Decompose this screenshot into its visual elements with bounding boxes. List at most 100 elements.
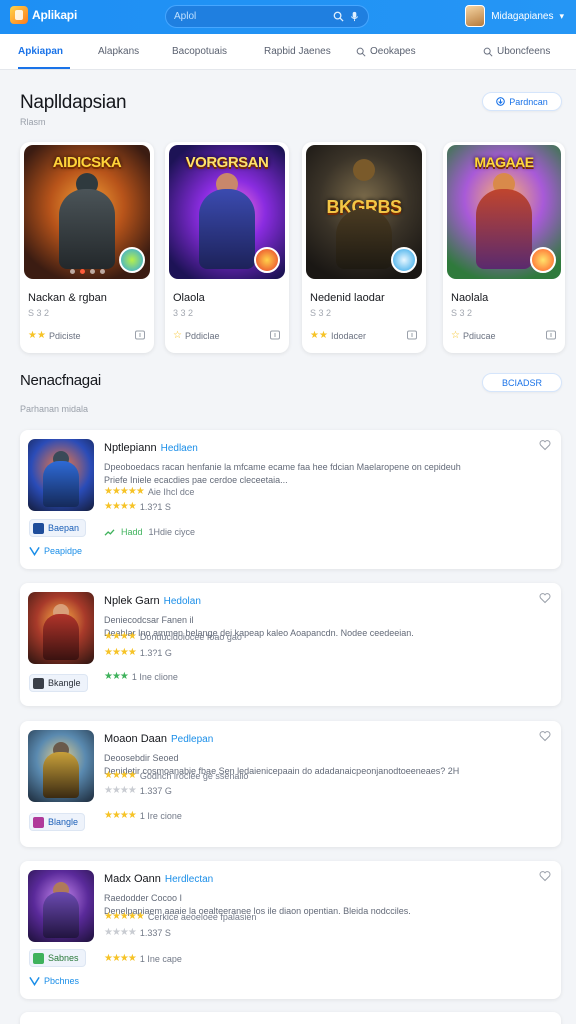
rating-label: Pdiciste (48, 330, 81, 341)
star-rating-icon: ★★★★ (104, 770, 137, 781)
game-icon[interactable] (28, 592, 94, 664)
badge-icon (391, 247, 417, 273)
heart-icon[interactable] (539, 592, 551, 604)
logo-icon (10, 6, 28, 24)
game-name: Madx Oann Herdlectan (104, 873, 213, 885)
list-item[interactable]: Nplek Garn Hedolan Deniecodcsar Fanen il … (20, 583, 561, 706)
plays-text: 1Hdie ciyce (148, 527, 196, 537)
rating-value: 1.3?1 G (139, 647, 172, 658)
character-figure (336, 209, 392, 269)
star-icon: ★★ (28, 330, 46, 341)
featured-card[interactable]: VORGRSAN Olaola 3 3 2 ☆ Pddiclae (165, 142, 289, 353)
character-head (353, 159, 375, 181)
user-menu[interactable]: Midagapianes ▾ (465, 5, 564, 27)
app-logo[interactable]: Aplikapi (10, 6, 77, 24)
featured-title: Naplldapsian (20, 92, 127, 113)
rating-text: Donducidoiocee foao gao (139, 631, 242, 642)
game-meta: S 3 2 (310, 308, 332, 318)
game-name: Moaon Daan Pedlepan (104, 733, 213, 745)
search-icon[interactable] (333, 11, 344, 22)
star-icon: ★★ (310, 330, 328, 341)
game-artwork[interactable]: BKGRBS (306, 145, 422, 279)
featured-action-button[interactable]: Pardncan (482, 92, 562, 111)
star-icon: ☆ (173, 330, 182, 341)
carousel-dot[interactable] (89, 269, 95, 274)
description-line: Dpeoboedacs racan henfanie la mfcame eca… (104, 462, 461, 472)
game-artwork[interactable]: MAGAAE (447, 145, 561, 279)
game-name: Olaola (173, 292, 205, 304)
avatar[interactable] (465, 5, 486, 27)
category-tabs: Apkiapan Alapkans Bacopotuais Rapbid Jae… (0, 34, 576, 70)
game-icon[interactable] (28, 730, 94, 802)
carousel-dot[interactable] (99, 269, 105, 274)
list-item[interactable]: Madx Oann Herdlectan Raedodder Cocoo I De… (20, 861, 561, 999)
game-name: Nedenid laodar (310, 292, 385, 304)
star-rating-icon: ★★★★ (104, 785, 137, 796)
game-artwork[interactable]: AIDICSKA (24, 145, 150, 279)
star-rating-icon: ★★★★ (104, 501, 137, 512)
primary-button[interactable]: Baepan (29, 519, 87, 537)
plays-row: ★★★★ 1 Ine cape (104, 953, 182, 964)
primary-button[interactable]: Bkangle (29, 674, 88, 692)
button-label: Bkangle (48, 678, 81, 688)
tab-label: Uboncfeens (497, 46, 551, 57)
game-title: Moaon Daan (104, 733, 167, 745)
character-figure (43, 752, 79, 798)
heart-icon[interactable] (539, 870, 551, 882)
tab-alapkans[interactable]: Alapkans (98, 46, 139, 57)
carousel-dot[interactable] (79, 269, 85, 274)
bookmark-icon[interactable] (545, 329, 557, 341)
game-rating: ☆ Pddiclae (173, 330, 220, 341)
bookmark-icon[interactable] (269, 329, 281, 341)
secondary-link[interactable]: Peapidpe (29, 546, 82, 556)
plays-text: 1 Ine clione (131, 671, 178, 682)
carousel-dot[interactable] (69, 269, 75, 274)
button-label: Blangle (48, 817, 79, 827)
button-label: Sabnes (48, 953, 79, 963)
featured-card[interactable]: MAGAAE Naolala S 3 2 ☆ Pdiucae (443, 142, 565, 353)
list-subtitle: Parhanan midala (20, 404, 89, 414)
tab-bacopotuais[interactable]: Bacopotuais (172, 46, 227, 57)
description-line: Deoosebdir Seoed (104, 753, 179, 763)
tab-oeokapes[interactable]: Oeokapes (356, 46, 416, 57)
download-icon (496, 97, 506, 106)
rating-value: 1.337 G (139, 785, 172, 796)
game-rating: ☆ Pdiucae (451, 330, 496, 341)
featured-card[interactable]: AIDICSKA Nackan & rgban S 3 2 ★★ Pdiciste (20, 142, 154, 353)
plays-text: 1 Ire cione (139, 810, 182, 821)
tab-label: Rapbid Jaenes (264, 46, 331, 57)
heart-icon[interactable] (539, 439, 551, 451)
tab-label: Apkiapan (18, 46, 64, 57)
plays-text: 1 Ine cape (139, 953, 182, 964)
list-item[interactable] (20, 1012, 561, 1024)
list-action-button[interactable]: BCIADSR (482, 373, 562, 392)
featured-action-label: Pardncan (509, 96, 548, 107)
list-item[interactable]: Nptlepiann Hedlaen Dpeoboedacs racan henf… (20, 430, 561, 569)
tab-apkiapan[interactable]: Apkiapan (18, 46, 63, 57)
game-icon[interactable] (28, 439, 94, 511)
bookmark-icon[interactable] (406, 329, 418, 341)
primary-button[interactable]: Blangle (29, 813, 86, 831)
top-bar: Aplikapi Midagapianes ▾ (0, 0, 576, 34)
tab-rapbid-jaenes[interactable]: Rapbid Jaenes (264, 46, 331, 57)
microphone-icon[interactable] (349, 11, 360, 22)
character-figure (43, 614, 79, 660)
trend-label: Hadd (121, 527, 143, 537)
search-input[interactable] (166, 11, 316, 22)
secondary-link[interactable]: Pbchnes (29, 976, 79, 986)
list-item[interactable]: Moaon Daan Pedlepan Deoosebdir Seoed Deni… (20, 721, 561, 847)
game-rating: ★★ Idodacer (310, 330, 366, 341)
game-artwork[interactable]: VORGRSAN (169, 145, 285, 279)
link-icon (29, 976, 40, 986)
tab-uboncfeens[interactable]: Uboncfeens (483, 46, 550, 57)
primary-button[interactable]: Sabnes (29, 949, 86, 967)
heart-icon[interactable] (539, 730, 551, 742)
plays-row: ★★★ 1 Ine clione (104, 671, 178, 682)
game-icon[interactable] (28, 870, 94, 942)
active-tab-indicator (18, 67, 70, 69)
featured-card[interactable]: BKGRBS Nedenid laodar S 3 2 ★★ Idodacer (302, 142, 426, 353)
bookmark-icon[interactable] (134, 329, 146, 341)
app-icon (33, 522, 44, 534)
rating-label: Pddiclae (184, 330, 220, 341)
star-rating-icon: ★★★★★ (104, 486, 145, 497)
